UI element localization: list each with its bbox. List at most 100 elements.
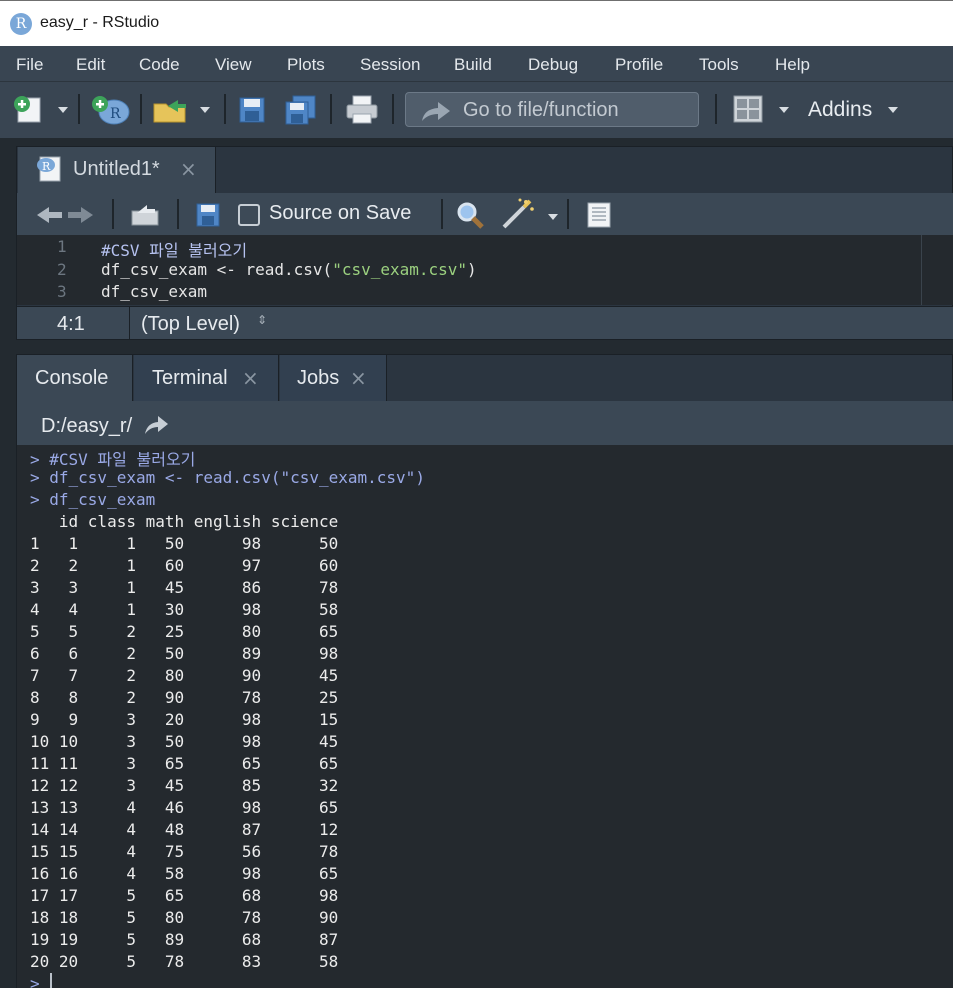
- tab-untitled1-label: Untitled1*: [73, 158, 160, 180]
- console-input-line: > #CSV 파일 불러오기: [30, 450, 196, 469]
- chevron-down-icon[interactable]: [548, 214, 558, 220]
- table-row: 5 5 2 25 80 65: [30, 622, 339, 641]
- table-row: 20 20 5 78 83 58: [30, 952, 339, 971]
- close-icon[interactable]: ×: [180, 157, 197, 181]
- table-row: 9 9 3 20 98 15: [30, 710, 339, 729]
- title-bar: R easy_r - RStudio: [0, 0, 953, 46]
- chevron-down-icon[interactable]: [58, 107, 68, 113]
- forward-arrow-icon[interactable]: [67, 205, 95, 225]
- new-file-icon[interactable]: [12, 94, 48, 124]
- margin-line: [921, 235, 922, 305]
- table-row: 11 11 3 65 65 65: [30, 754, 339, 773]
- menu-code[interactable]: Code: [139, 55, 180, 75]
- menu-help[interactable]: Help: [775, 55, 810, 75]
- menu-debug[interactable]: Debug: [528, 55, 578, 75]
- back-arrow-icon[interactable]: [35, 205, 63, 225]
- addins-chevron-down-icon[interactable]: [888, 107, 898, 113]
- close-icon[interactable]: ×: [350, 366, 367, 390]
- tab-terminal-label: Terminal: [152, 367, 228, 389]
- console-prompt[interactable]: >: [30, 974, 40, 988]
- line-number: 1: [57, 237, 67, 256]
- table-row: 16 16 4 58 98 65: [30, 864, 339, 883]
- string-literal: "csv_exam.csv": [332, 260, 468, 279]
- tab-jobs[interactable]: Jobs ×: [280, 355, 387, 401]
- search-icon[interactable]: [455, 201, 485, 229]
- chevron-down-icon[interactable]: [779, 107, 789, 113]
- table-header: id class math english science: [30, 512, 339, 531]
- menu-build[interactable]: Build: [454, 55, 492, 75]
- table-row: 15 15 4 75 56 78: [30, 842, 339, 861]
- table-row: 8 8 2 90 78 25: [30, 688, 339, 707]
- text-cursor: [50, 973, 52, 988]
- chevron-down-icon[interactable]: [200, 107, 210, 113]
- tab-jobs-label: Jobs: [297, 367, 340, 389]
- menu-view[interactable]: View: [215, 55, 252, 75]
- save-all-icon[interactable]: [284, 94, 318, 126]
- scope-updown-icon[interactable]: ⇕: [257, 314, 267, 326]
- table-row: 14 14 4 48 87 12: [30, 820, 339, 839]
- save-icon[interactable]: [195, 202, 221, 228]
- menu-bar: File Edit Code View Plots Session Build …: [0, 46, 953, 82]
- code-editor[interactable]: 1 2 3 #CSV 파일 불러오기 df_csv_exam <- read.c…: [17, 235, 953, 305]
- compile-report-icon[interactable]: [585, 201, 613, 229]
- table-row: 3 3 1 45 86 78: [30, 578, 339, 597]
- code-line-1[interactable]: #CSV 파일 불러오기: [101, 237, 247, 261]
- code-line-3[interactable]: df_csv_exam: [101, 282, 207, 301]
- table-row: 13 13 4 46 98 65: [30, 798, 339, 817]
- line-number-gutter: 1 2 3: [17, 235, 99, 305]
- menu-tools[interactable]: Tools: [699, 55, 739, 75]
- go-to-placeholder: Go to file/function: [463, 99, 619, 121]
- console-input-line: > df_csv_exam: [30, 490, 156, 509]
- line-number: 3: [57, 282, 67, 301]
- source-on-save-label[interactable]: Source on Save: [269, 202, 411, 225]
- tab-terminal[interactable]: Terminal ×: [134, 355, 279, 401]
- table-row: 18 18 5 80 78 90: [30, 908, 339, 927]
- table-row: 2 2 1 60 97 60: [30, 556, 339, 575]
- tab-console-label: Console: [35, 367, 109, 389]
- working-directory: D:/easy_r/: [41, 415, 133, 437]
- source-on-save-checkbox[interactable]: [238, 204, 260, 226]
- close-icon[interactable]: ×: [242, 366, 259, 390]
- table-row: 10 10 3 50 98 45: [30, 732, 339, 751]
- print-icon[interactable]: [345, 94, 379, 126]
- svg-text:R: R: [42, 160, 51, 173]
- table-row: 17 17 5 65 68 98: [30, 886, 339, 905]
- code-text: ): [467, 260, 477, 279]
- line-number: 2: [57, 260, 67, 279]
- cursor-position: 4:1: [57, 313, 85, 335]
- table-row: 7 7 2 80 90 45: [30, 666, 339, 685]
- pane-layout-icon[interactable]: [733, 95, 763, 123]
- scope-selector[interactable]: (Top Level): [141, 313, 240, 336]
- console-path-bar: D:/easy_r/: [17, 401, 953, 445]
- r-script-file-icon: R: [37, 156, 61, 182]
- table-row: 19 19 5 89 68 87: [30, 930, 339, 949]
- source-toolbar: Source on Save: [17, 193, 953, 235]
- window-title: easy_r - RStudio: [40, 14, 160, 31]
- console-output[interactable]: > #CSV 파일 불러오기 > df_csv_exam <- read.csv…: [17, 445, 953, 988]
- menu-session[interactable]: Session: [360, 55, 420, 75]
- go-to-file-function-input[interactable]: Go to file/function: [405, 92, 699, 127]
- menu-profile[interactable]: Profile: [615, 55, 663, 75]
- code-line-2[interactable]: df_csv_exam <- read.csv("csv_exam.csv"): [101, 260, 477, 279]
- tab-console[interactable]: Console: [17, 355, 133, 401]
- console-input-line: > df_csv_exam <- read.csv("csv_exam.csv"…: [30, 468, 425, 487]
- go-to-directory-arrow-icon[interactable]: [143, 414, 169, 436]
- code-tools-wand-icon[interactable]: [500, 197, 536, 229]
- main-toolbar: R Go to file/function Addins: [0, 82, 953, 138]
- table-row: 6 6 2 50 89 98: [30, 644, 339, 663]
- table-row: 12 12 3 45 85 32: [30, 776, 339, 795]
- new-project-icon[interactable]: R: [90, 94, 130, 126]
- menu-edit[interactable]: Edit: [76, 55, 105, 75]
- menu-file[interactable]: File: [16, 55, 43, 75]
- menu-plots[interactable]: Plots: [287, 55, 325, 75]
- table-row: 1 1 1 50 98 50: [30, 534, 339, 553]
- addins-button[interactable]: Addins: [808, 98, 872, 122]
- table-row: 4 4 1 30 98 58: [30, 600, 339, 619]
- rstudio-logo-icon: R: [10, 13, 32, 35]
- show-in-new-window-icon[interactable]: [129, 201, 161, 227]
- save-icon[interactable]: [238, 96, 266, 124]
- tab-untitled1[interactable]: R Untitled1* ×: [18, 147, 216, 193]
- editor-status-bar: 4:1 (Top Level) ⇕: [17, 306, 953, 340]
- go-to-arrow-icon: [422, 102, 450, 121]
- open-file-icon[interactable]: [152, 96, 192, 124]
